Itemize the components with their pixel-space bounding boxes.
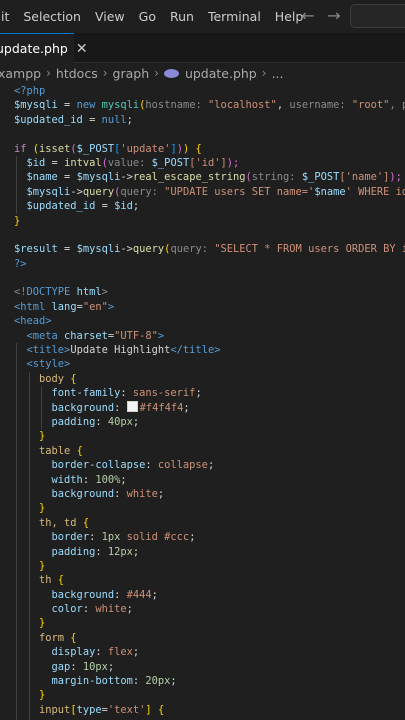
code-line: background: white; [14, 487, 165, 500]
breadcrumb-htdocs[interactable]: htdocs [56, 66, 98, 81]
tab-update-php[interactable]: update.php ✕ [0, 33, 88, 63]
code-line: <head> [14, 315, 52, 328]
code-line: ?> [14, 257, 27, 270]
breadcrumb-xampp[interactable]: xampp [0, 66, 41, 81]
code-line: } [39, 430, 46, 443]
code-line: th, td { [14, 516, 90, 529]
code-line: font-family: sans-serif; [14, 387, 202, 400]
chevron-right-icon: › [261, 66, 267, 80]
code-line: $result = $mysqli->query(query: "SELECT … [14, 243, 405, 256]
code-line: } [39, 689, 46, 702]
code-line: $updated_id = $id; [14, 200, 140, 213]
code-line: form { [14, 631, 77, 644]
code-line: $updated_id = null; [14, 113, 133, 126]
menu-run[interactable]: Run [163, 9, 201, 24]
code-line: <?php [14, 85, 46, 97]
menu-view[interactable]: View [88, 9, 132, 24]
tab-bar: update.php ✕ [0, 33, 405, 63]
code-line: } [39, 559, 46, 572]
menu-selection[interactable]: Selection [16, 9, 88, 24]
code-line: padding: 12px; [14, 545, 140, 558]
code-line: padding: 40px; [14, 415, 140, 428]
code-line: display: flex; [14, 646, 140, 659]
color-swatch-icon[interactable] [126, 400, 138, 412]
menu-go[interactable]: Go [132, 9, 163, 24]
chevron-right-icon: › [46, 66, 51, 80]
code-line: <title>Update Highlight</title> [14, 344, 221, 357]
code-line: <!DOCTYPE html> [14, 286, 108, 299]
code-line: color: white; [14, 603, 133, 616]
code-line: border-collapse: collapse; [14, 459, 215, 472]
chevron-right-icon: › [154, 66, 159, 80]
close-icon[interactable]: ✕ [76, 41, 88, 57]
code-line: background: #f4f4f4; [14, 400, 190, 414]
code-line: body { [14, 372, 77, 385]
code-line: margin-bottom: 20px; [14, 675, 177, 688]
code-line: input[type='text'] { [14, 703, 165, 716]
indent-guide [16, 156, 17, 214]
php-file-icon [163, 68, 179, 78]
forward-arrow-icon[interactable]: → [324, 6, 344, 25]
code-line: if (isset($_POST['update'])) { [14, 142, 202, 155]
code-line: <style> [14, 358, 71, 371]
menu-terminal[interactable]: Terminal [201, 9, 268, 24]
code-line: th { [14, 574, 65, 587]
code-line: $mysqli->query(query: "UPDATE users SET … [14, 185, 405, 198]
command-center-search[interactable] [350, 4, 405, 28]
indent-guide [41, 386, 42, 429]
breadcrumb: xampp › htdocs › graph › update.php › ..… [0, 62, 405, 84]
code-line: width: 100%; [14, 473, 127, 486]
code-lines: <?php $mysqli = new mysqli(hostname: "lo… [0, 84, 405, 717]
menu-edit[interactable]: it [0, 9, 16, 24]
code-line: background: #444; [14, 588, 158, 601]
code-line: } [39, 617, 46, 630]
code-line: $mysqli = new mysqli(hostname: "localhos… [14, 99, 405, 112]
breadcrumb-graph[interactable]: graph [113, 66, 150, 81]
breadcrumb-symbols[interactable]: ... [272, 66, 284, 81]
code-line: } [39, 502, 46, 515]
indent-guide [16, 343, 17, 720]
breadcrumb-file[interactable]: update.php [185, 66, 257, 81]
indent-guide [29, 372, 30, 720]
code-line: } [14, 214, 21, 227]
code-line: $id = intval(value: $_POST['id']); [14, 156, 240, 169]
nav-buttons: ← → [298, 6, 344, 25]
code-line: gap: 10px; [14, 660, 115, 673]
code-line: table { [14, 444, 83, 457]
code-editor[interactable]: <?php $mysqli = new mysqli(hostname: "lo… [0, 84, 405, 720]
tab-label: update.php [0, 41, 68, 56]
code-line: $name = $mysqli->real_escape_string(stri… [14, 171, 402, 184]
code-line: border: 1px solid #ccc; [14, 531, 196, 544]
menu-bar: it Selection View Go Run Terminal Help [0, 0, 405, 33]
code-line: <html lang="en"> [14, 300, 115, 313]
back-arrow-icon[interactable]: ← [298, 6, 318, 25]
code-line: <meta charset="UTF-8"> [14, 329, 165, 342]
chevron-right-icon: › [102, 66, 108, 80]
